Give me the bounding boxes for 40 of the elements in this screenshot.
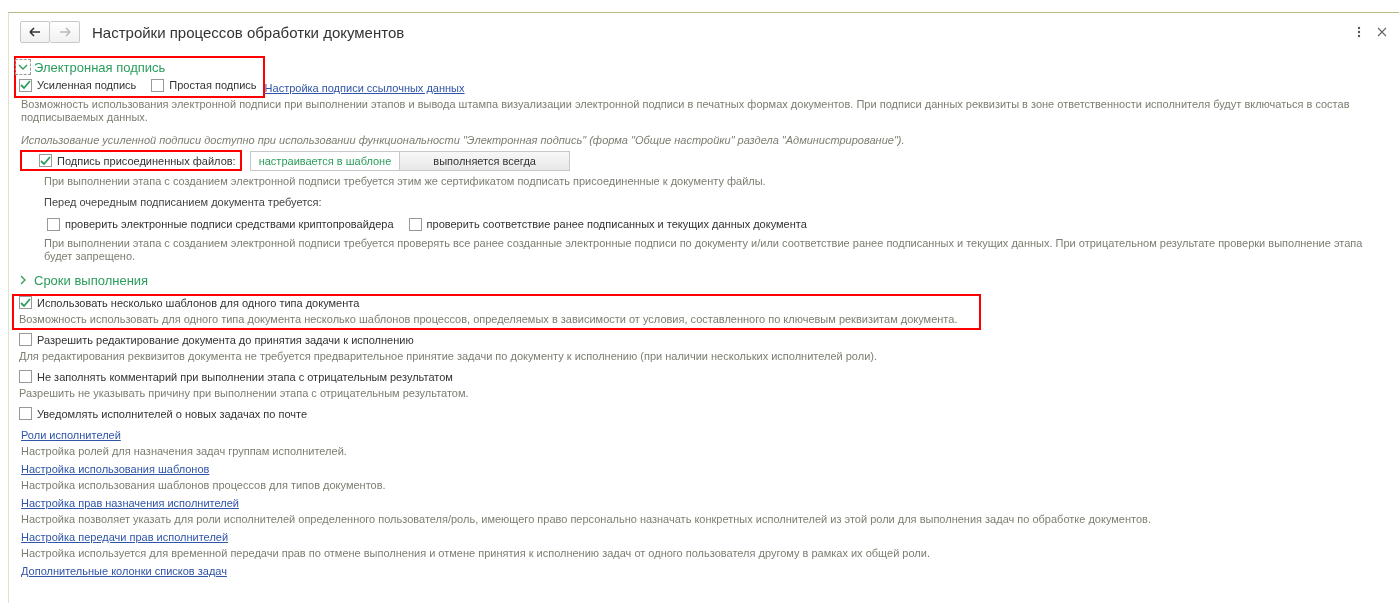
settings-link[interactable]: Роли исполнителей: [21, 429, 121, 441]
signature-settings-link[interactable]: Настройка подписи ссылочных данных: [264, 82, 465, 94]
settings-link[interactable]: Настройка прав назначения исполнителей: [21, 497, 239, 509]
option-checkbox[interactable]: Уведомлять исполнителей о новых задачах по почте: [19, 407, 308, 420]
settings-link[interactable]: Настройка передачи прав исполнителей: [21, 531, 229, 543]
description-text: Для редактирования реквизитов документа не требуется предварительное принятие задачи по документу к исполнению (при наличии нескольких исполнителей роли).: [19, 350, 877, 363]
description-text: Настройка использования шаблонов процессов для типов документов.: [21, 479, 387, 492]
signature-type-checkbox[interactable]: Простая подпись: [148, 78, 257, 92]
section-header[interactable]: Электронная подпись: [16, 58, 257, 76]
description-text: Настройка ролей для назначения задач группам исполнителей.: [21, 445, 348, 458]
checkmark-icon: [20, 297, 31, 308]
signature-type-checkbox[interactable]: Усиленная подпись: [16, 78, 137, 92]
close-icon[interactable]: [1377, 27, 1387, 37]
pre-sign-heading: Перед очередным подписанием документа требуется:: [44, 196, 323, 208]
more-menu-icon[interactable]: [1357, 26, 1361, 38]
settings-link[interactable]: Настройка использования шаблонов: [21, 463, 210, 475]
description-text: При выполнении этапа с созданием электронной подписи требуется проверять все ранее созданные электронные подписи по документу и/или соответствие ранее подписанных и текущих данных. При отрицательном результате проверки выполнение этапа будет запрещено.: [44, 237, 1364, 263]
description-text: При выполнении этапа с созданием электронной подписи требуется этим же сертификатом подписать присоединенные к документу файлы.: [44, 175, 767, 188]
pre-sign-checkbox[interactable]: проверить соответствие ранее подписанных и текущих данных документа: [405, 217, 807, 231]
option-checkbox[interactable]: Использовать несколько шаблонов для одного типа документа: [19, 296, 964, 309]
option-checkbox[interactable]: Не заполнять комментарий при выполнении этапа с отрицательным результатом: [19, 370, 475, 383]
checkmark-icon: [40, 155, 51, 166]
attached-files-checkbox[interactable]: Подпись присоединенных файлов:: [36, 154, 236, 167]
note-text: Использование усиленной подписи доступно при использовании функциональности "Электронная подпись" (форма "Общие настройки" раздела "Администрирование").: [21, 134, 906, 146]
left-arrow-icon: [29, 27, 41, 37]
right-arrow-icon: [58, 27, 71, 37]
back-button[interactable]: [20, 21, 50, 43]
description-text: Настройка используется для временной передачи прав по отмене выполнения и отмене принятия к исполнению задач от одного пользователя другому в рамках их общей роли.: [21, 547, 931, 560]
description-text: Возможность использовать для одного типа документа несколько шаблонов процессов, определяемых в зависимости от условия, составленного по ключевым реквизитам документа.: [19, 313, 958, 326]
window-title: Настройки процессов обработки документов: [92, 23, 405, 41]
mode-toggle-button[interactable]: выполняется всегда: [400, 150, 570, 171]
description-text: Возможность использования электронной подписи при выполнении этапов и вывода штампа визуализации электронной подписи в печатных формах документов. При подписи данных реквизиты в зоне ответственности исполнителя будут включаться в состав подписываемых данных.: [20, 98, 1351, 124]
pre-sign-checkbox[interactable]: проверить электронные подписи средствами криптопровайдера: [44, 217, 394, 231]
checkmark-icon: [20, 80, 31, 90]
settings-link[interactable]: Дополнительные колонки списков задач: [21, 565, 227, 577]
mode-toggle-button[interactable]: настраивается в шаблоне: [249, 150, 401, 171]
option-checkbox[interactable]: Разрешить редактирование документа до принятия задачи к исполнению: [19, 333, 883, 346]
description-text: Настройка позволяет указать для роли исполнителей определенного пользователя/роль, имеющего право персонально назначать конкретных исполнителей из этой роли для выполнения задач по обработке документов.: [21, 513, 1152, 526]
section-header[interactable]: Сроки выполнения: [16, 271, 149, 289]
description-text: Разрешить не указывать причину при выполнении этапа с отрицательным результатом.: [19, 387, 469, 400]
